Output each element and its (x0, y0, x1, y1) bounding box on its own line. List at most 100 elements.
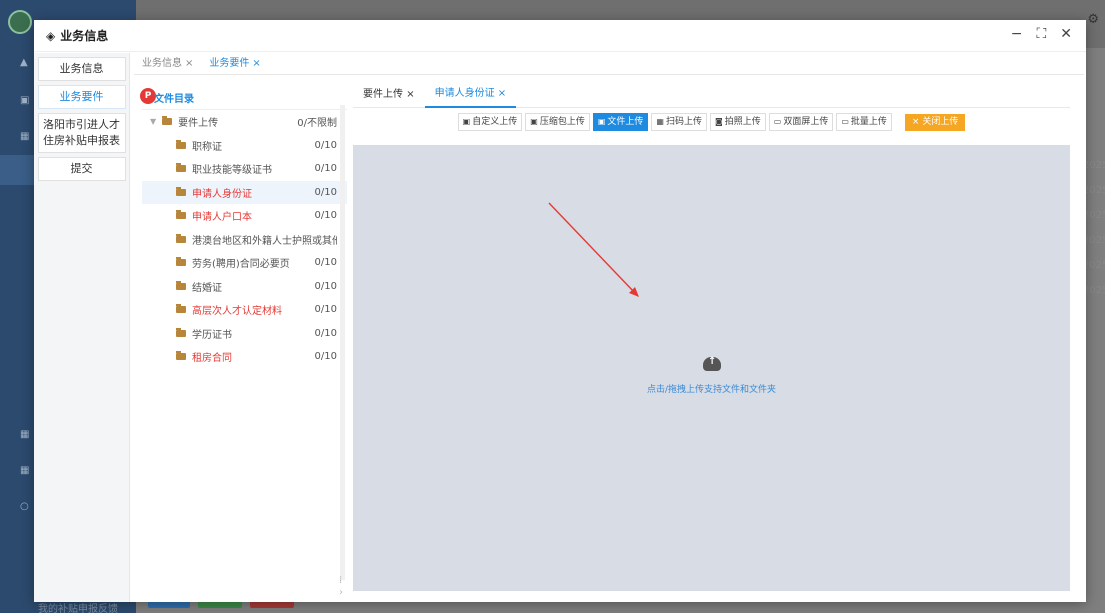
background-date-column: 2025 2025 2025 2025 2025 2025 (1083, 160, 1105, 310)
tree-item[interactable]: 申请人身份证 0/10 (142, 180, 347, 204)
tree-item-count: 0/10 (314, 186, 337, 198)
background-date: 2025 (1083, 260, 1105, 271)
tab-close-icon[interactable]: × (252, 58, 260, 69)
modal-controls: − ⛶ ✕ (1011, 26, 1072, 42)
top-tab-bar: 业务信息 × 业务要件 × (134, 53, 1084, 75)
upload-mode-icon: ◙ (714, 117, 723, 126)
background-date: 2025 (1083, 210, 1105, 221)
nav-business-info[interactable]: 业务信息 (37, 57, 126, 81)
tree-item[interactable]: 高层次人才认定材料 0/10 (142, 298, 347, 322)
layers-icon: ◈ (46, 28, 56, 43)
settings-icon: ⚙ (1087, 12, 1099, 27)
upload-mode-icon: ▣ (462, 117, 471, 126)
upload-mode-button[interactable]: ▣ 自定义上传 (457, 113, 523, 131)
modal-header: ◈ 业务信息 − ⛶ ✕ (34, 20, 1086, 52)
tree-item[interactable]: 申请人户口本 0/10 (142, 204, 347, 228)
drop-zone-hint: 点击/拖拽上传支持文件和文件夹 (646, 385, 777, 395)
close-icon[interactable]: ✕ (1060, 26, 1072, 42)
background-date: 2025 (1083, 160, 1105, 171)
upload-mode-label: 压缩包上传 (539, 117, 585, 127)
expand-icon[interactable]: ⛶ (1036, 26, 1046, 42)
document-icon: ▣ (20, 95, 30, 106)
upload-mode-button[interactable]: ▦ 扫码上传 (651, 113, 707, 131)
tree-item-count: 0/10 (314, 210, 337, 222)
folder-icon (176, 280, 186, 290)
upload-mode-button[interactable]: ▣ 压缩包上传 (525, 113, 590, 131)
modal-title-text: 业务信息 (60, 29, 109, 43)
tab-label: 申请人身份证 (434, 87, 495, 99)
background-date: 2025 (1083, 235, 1105, 246)
folder-icon (176, 233, 186, 243)
tree-item-count: 0/10 (314, 304, 337, 316)
file-directory-header: P 文件目录 (140, 82, 347, 110)
tree-item[interactable]: 租房合同 0/10 (142, 345, 347, 369)
minimize-icon[interactable]: − (1011, 26, 1023, 42)
upload-mode-label: 批量上传 (850, 117, 887, 127)
tree-item[interactable]: 学历证书 0/10 (142, 322, 347, 346)
upload-mode-label: 拍照上传 (724, 117, 761, 127)
tree-item[interactable]: 劳务(聘用)合同必要页 0/10 (142, 251, 347, 275)
tab-close-icon[interactable]: × (185, 58, 193, 69)
upload-mode-label: 双面屏上传 (783, 117, 829, 127)
tab-applicant-id[interactable]: 申请人身份证 × (424, 82, 517, 108)
tab-business-info[interactable]: 业务信息 × (134, 53, 201, 75)
tree-item[interactable]: 港澳台地区和外籍人士护照或其他合 (142, 228, 347, 252)
tree-item-label: 职业技能等级证书 (192, 165, 272, 177)
upload-mode-button[interactable]: ◙ 拍照上传 (709, 113, 766, 131)
tree-item-label: 港澳台地区和外籍人士护照或其他合 (192, 235, 337, 247)
upload-mode-label: 扫码上传 (665, 117, 702, 127)
tab-close-icon[interactable]: × (406, 89, 414, 100)
upload-mode-icon: ▭ (773, 117, 782, 126)
nav-submit[interactable]: 提交 (37, 157, 126, 181)
tab-label: 要件上传 (363, 88, 403, 100)
tree-item-label: 要件上传 (178, 118, 219, 130)
folder-icon (176, 327, 186, 337)
upload-mode-icon: ▣ (530, 117, 538, 126)
file-directory-panel: P 文件目录 ▼ 要件上传 0/不限制 职称证 0/10 职业技能等级证书 0/10 申… (140, 82, 347, 597)
panel-splitter[interactable] (340, 105, 345, 580)
upload-mode-button[interactable]: ▭ 双面屏上传 (768, 113, 834, 131)
folder-icon (176, 351, 186, 361)
upload-drop-zone[interactable]: 点击/拖拽上传支持文件和文件夹 (353, 145, 1070, 591)
tree-item[interactable]: 结婚证 0/10 (142, 275, 347, 299)
upload-toolbar: ▣ 自定义上传 ▣ 压缩包上传 ▣ 文件上传 ▦ 扫码上传 ◙ 拍照上传 ▭ 双面屏上传 ▭ 批量上传 × … (353, 108, 1070, 136)
tree-item-label: 学历证书 (192, 329, 232, 341)
tree-item-count: 0/10 (314, 327, 337, 339)
folder-icon (162, 116, 173, 126)
user-icon: ▲ (20, 57, 28, 68)
background-date: 2025 (1083, 185, 1105, 196)
close-upload-button[interactable]: × 关闭上传 (904, 113, 966, 131)
tab-close-icon[interactable]: × (498, 88, 506, 99)
tree-root-item[interactable]: ▼ 要件上传 0/不限制 (142, 110, 347, 134)
nav-business-documents[interactable]: 业务要件 (37, 85, 126, 109)
tree-item-count: 0/不限制 (297, 118, 337, 130)
left-nav: 业务信息 业务要件 洛阳市引进人才住房补贴申报表 提交 (34, 53, 130, 602)
folder-icon (176, 186, 186, 196)
tree-item-count: 0/10 (314, 139, 337, 151)
folder-icon (176, 163, 186, 173)
tree-item-count: 0/10 (314, 163, 337, 175)
upload-mode-label: 文件上传 (607, 117, 644, 127)
modal-title: ◈ 业务信息 (46, 27, 108, 44)
tree-item-count: 0/10 (314, 257, 337, 269)
tab-business-documents[interactable]: 业务要件 × (201, 53, 268, 75)
grid-icon: ▦ (20, 465, 30, 476)
nav-housing-subsidy-form[interactable]: 洛阳市引进人才住房补贴申报表 (37, 113, 126, 153)
tab-label: 业务信息 (142, 57, 182, 69)
upload-mode-button[interactable]: ▣ 文件上传 (592, 113, 649, 131)
search-icon: ○ (20, 501, 29, 512)
tree-item[interactable]: 职称证 0/10 (142, 134, 347, 158)
tab-document-upload[interactable]: 要件上传 × (353, 82, 425, 108)
grid-icon: ▦ (20, 131, 30, 142)
tree-item-label: 高层次人才认定材料 (192, 306, 282, 318)
tree-item-label: 职称证 (192, 141, 222, 153)
splitter-arrows-icon[interactable]: ⁞ › (339, 575, 343, 599)
upload-mode-icon: ▣ (597, 117, 606, 126)
upload-mode-button[interactable]: ▭ 批量上传 (836, 113, 892, 131)
folder-icon (176, 210, 186, 220)
app-logo-icon (8, 10, 32, 34)
tree-item[interactable]: 职业技能等级证书 0/10 (142, 157, 347, 181)
tree-item-label: 劳务(聘用)合同必要页 (192, 259, 290, 271)
chevron-down-icon[interactable]: ▼ (150, 117, 156, 126)
upload-mode-icon: ▭ (841, 117, 849, 126)
